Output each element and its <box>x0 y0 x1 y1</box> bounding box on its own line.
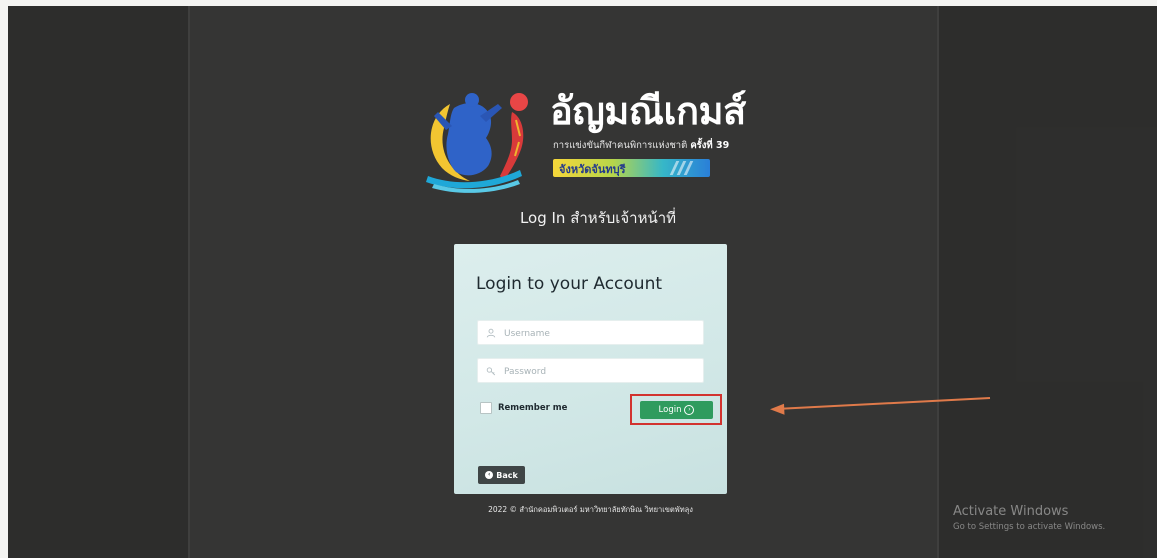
login-card: Login to your Account Remember me Login … <box>454 244 727 494</box>
panel-divider-left <box>188 6 190 558</box>
event-logo-subtitle: การแข่งขันกีฬาคนพิการแห่งชาติ ครั้งที่ 3… <box>553 138 729 153</box>
activate-windows-subtitle: Go to Settings to activate Windows. <box>953 522 1106 532</box>
remember-me[interactable]: Remember me <box>480 402 567 414</box>
activate-windows-watermark: Activate Windows Go to Settings to activ… <box>953 504 1105 532</box>
key-icon <box>486 367 496 376</box>
login-button[interactable]: Login › <box>640 401 713 419</box>
footer-copyright: 2022 © สำนักคอมพิวเตอร์ มหาวิทยาลัยทักษิ… <box>488 505 693 514</box>
username-field[interactable] <box>477 320 704 345</box>
event-logo-subtitle-prefix: การแข่งขันกีฬาคนพิการแห่งชาติ <box>553 140 688 151</box>
panel-divider-right <box>937 6 939 558</box>
event-logo-province: จังหวัดจันทบุรี <box>559 163 626 176</box>
back-button-label: Back <box>496 470 518 480</box>
event-logo: อัญมณีเกมส์ การแข่งขันกีฬาคนพิการแห่งชาต… <box>420 86 770 196</box>
activate-windows-title: Activate Windows <box>953 504 1069 519</box>
back-arrow-icon: ‹ <box>485 471 494 479</box>
background-panel-right <box>939 6 1157 558</box>
password-input[interactable] <box>502 362 701 381</box>
username-input[interactable] <box>502 324 701 343</box>
event-logo-ribbon: จังหวัดจันทบุรี <box>553 159 710 177</box>
login-card-title: Login to your Account <box>476 274 663 294</box>
emblem-icon <box>426 93 528 193</box>
event-logo-title: อัญมณีเกมส์ <box>550 89 746 133</box>
arrow-right-circle-icon: › <box>684 405 695 415</box>
remember-me-checkbox[interactable] <box>480 402 492 414</box>
background-panel-left <box>8 6 188 558</box>
page-heading: Log In สำหรับเจ้าหน้าที่ <box>519 209 677 227</box>
user-icon <box>486 328 496 338</box>
remember-me-label: Remember me <box>498 403 568 413</box>
login-page: อัญมณีเกมส์ การแข่งขันกีฬาคนพิการแห่งชาต… <box>8 6 1157 558</box>
password-field[interactable] <box>477 358 704 383</box>
event-logo-edition: ครั้งที่ 39 <box>690 140 730 151</box>
login-button-label: Login <box>658 405 682 415</box>
back-button[interactable]: ‹ Back <box>478 466 525 484</box>
